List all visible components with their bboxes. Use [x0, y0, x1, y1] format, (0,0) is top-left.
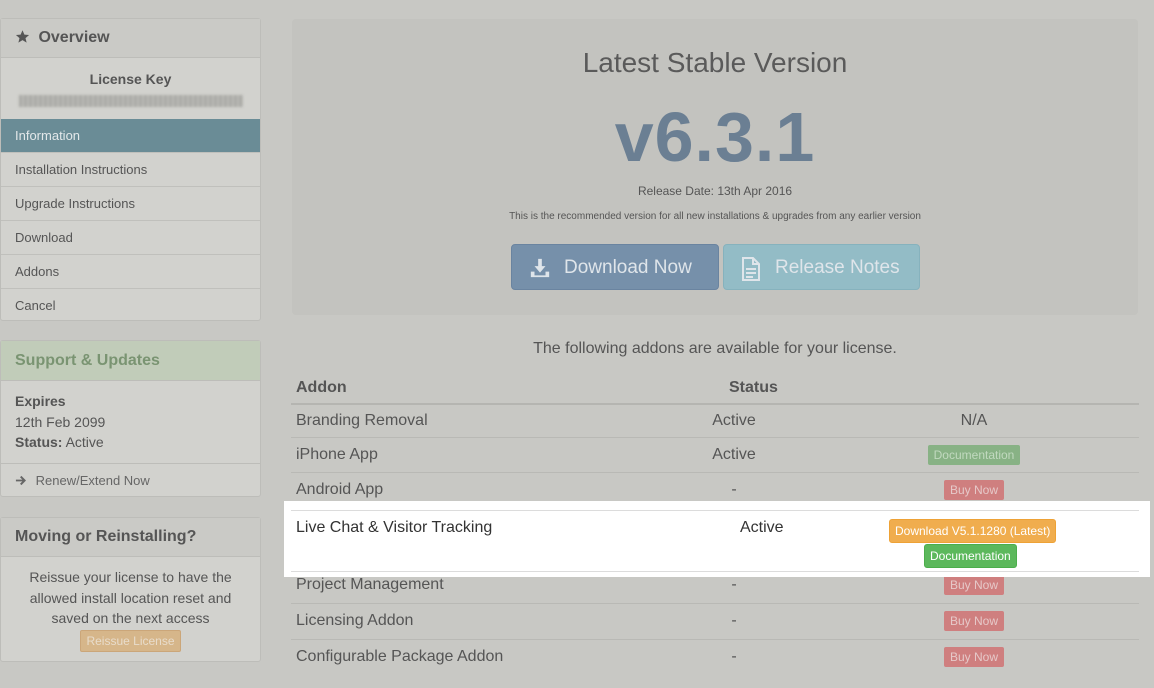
buy-now-button[interactable]: Buy Now: [943, 479, 1005, 500]
license-key-redacted: [18, 95, 243, 107]
addon-status: Active: [659, 403, 809, 437]
download-now-label: Download Now: [564, 257, 692, 278]
addon-name: Branding Removal: [291, 403, 659, 437]
moving-title: Moving or Reinstalling?: [1, 518, 260, 557]
table-row: Licensing Addon - Buy Now: [291, 602, 1139, 639]
addon-status: -: [659, 638, 809, 675]
table-row: Configurable Package Addon - Buy Now: [291, 638, 1139, 675]
nav-item-information[interactable]: Information: [1, 119, 260, 152]
star-icon: [15, 30, 30, 43]
overview-header: Overview: [1, 19, 260, 58]
support-title: Support & Updates: [1, 341, 260, 381]
col-addon: Addon: [291, 375, 659, 405]
release-notes-button[interactable]: Release Notes: [723, 244, 920, 290]
buy-now-button[interactable]: Buy Now: [943, 647, 1005, 668]
addon-name: Licensing Addon: [291, 602, 659, 639]
buy-now-button[interactable]: Buy Now: [943, 611, 1005, 631]
moving-panel: Moving or Reinstalling? Reissue your lic…: [0, 517, 261, 662]
nav-item-cancel[interactable]: Cancel: [1, 288, 260, 322]
renew-label: Renew/Extend Now: [35, 473, 150, 488]
moving-text: Reissue your license to have the allowed…: [29, 569, 232, 626]
arrow-right-icon: [15, 475, 26, 486]
status-value: Active: [65, 434, 104, 450]
col-action: [809, 375, 1139, 405]
latest-version-panel: Latest Stable Version v6.3.1 Release Dat…: [292, 19, 1138, 315]
expires-value: 12th Feb 2099: [15, 413, 106, 430]
table-row: Branding Removal Active N/A: [291, 403, 1139, 437]
download-latest-button[interactable]: Download V5.1.1280 (Latest): [889, 519, 1057, 543]
document-icon: [742, 257, 760, 281]
addon-name: Live Chat & Visitor Tracking: [296, 519, 493, 536]
reissue-license-button[interactable]: Reissue License: [80, 629, 181, 652]
addon-name: Configurable Package Addon: [291, 638, 659, 675]
nav-item-installation-instructions[interactable]: Installation Instructions: [1, 152, 260, 186]
hero-title: Latest Stable Version: [582, 47, 848, 78]
buy-now-button[interactable]: Buy Now: [943, 575, 1005, 595]
highlighted-addon-row: Live Chat & Visitor Tracking Active Down…: [284, 501, 1150, 577]
table-header-row: Addon Status: [291, 375, 1139, 405]
addons-intro: The following addons are available for y…: [533, 340, 897, 357]
overview-title: Overview: [38, 29, 110, 46]
support-panel: Support & Updates Expires 12th Feb 2099 …: [0, 340, 261, 497]
status-label: Status:: [15, 434, 63, 450]
nav-item-addons[interactable]: Addons: [1, 254, 260, 288]
release-notes-label: Release Notes: [775, 257, 900, 278]
version-description: This is the recommended version for all …: [509, 211, 921, 222]
col-status: Status: [659, 375, 809, 405]
download-icon: [530, 258, 550, 278]
addon-name: iPhone App: [291, 436, 659, 472]
addon-action-na: N/A: [960, 411, 988, 429]
table-row: iPhone App Active Documentation: [291, 436, 1139, 472]
download-now-button[interactable]: Download Now: [511, 244, 719, 290]
renew-link[interactable]: Renew/Extend Now: [1, 463, 260, 498]
documentation-button[interactable]: Documentation: [927, 444, 1021, 465]
addon-status: Active: [740, 519, 784, 536]
addon-status: -: [659, 602, 809, 639]
release-date: Release Date: 13th Apr 2016: [637, 184, 793, 198]
addon-status: Active: [659, 436, 809, 472]
nav-item-upgrade-instructions[interactable]: Upgrade Instructions: [1, 186, 260, 220]
version-number: v6.3.1: [614, 98, 816, 176]
expires-label: Expires: [15, 393, 66, 409]
overview-panel: Overview License Key Information Install…: [0, 18, 261, 321]
nav-item-download[interactable]: Download: [1, 220, 260, 254]
documentation-button[interactable]: Documentation: [924, 544, 1017, 568]
license-key-label: License Key: [89, 71, 172, 87]
overview-nav: Information Installation Instructions Up…: [1, 119, 260, 322]
